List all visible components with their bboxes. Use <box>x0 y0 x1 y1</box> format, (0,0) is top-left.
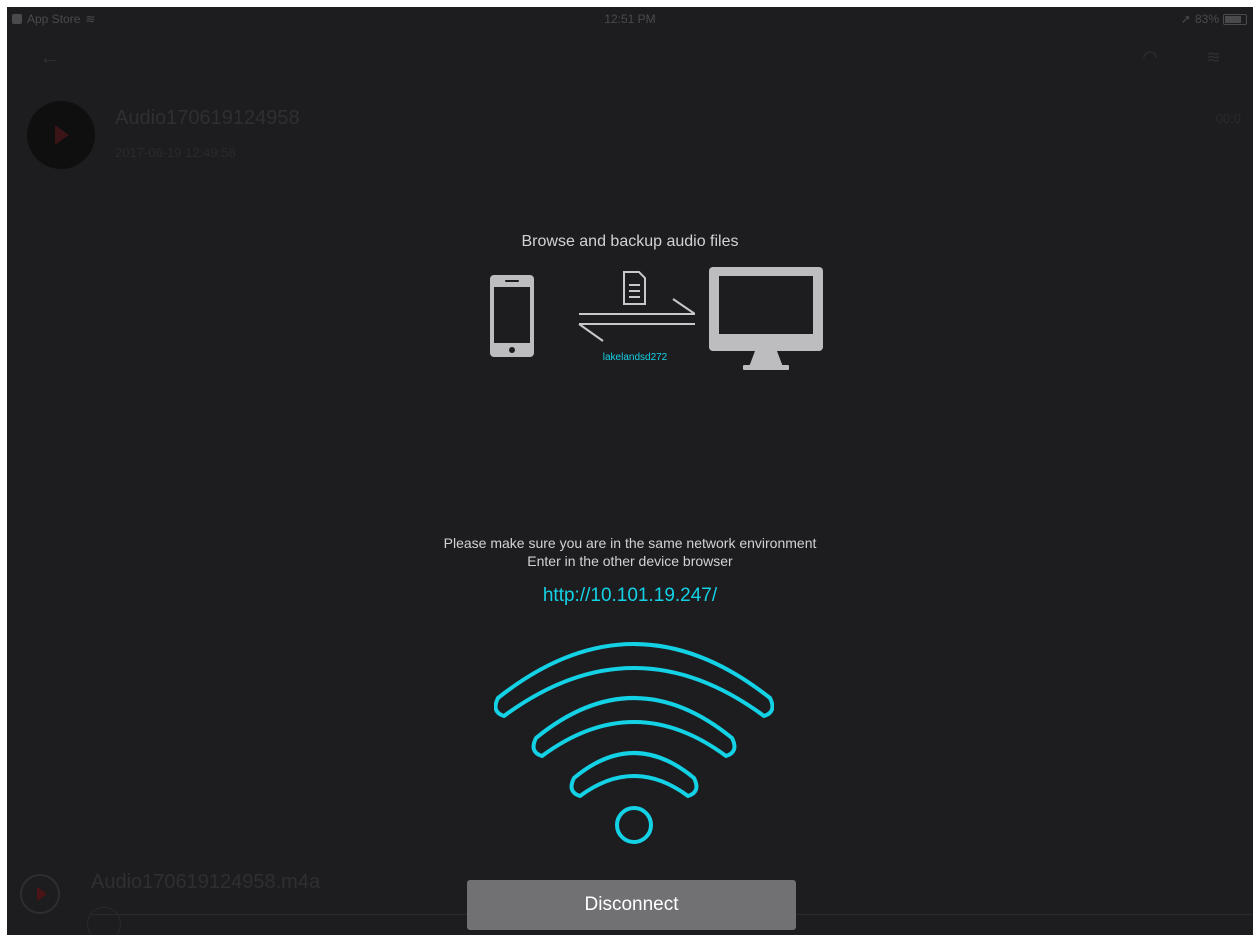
back-icon: ← <box>39 44 61 69</box>
monitor-icon <box>709 267 823 370</box>
wifi-nav-icon: ≋ <box>1205 47 1221 67</box>
player-track-name: Audio170619124958.m4a <box>91 871 321 893</box>
status-time: 12:51 PM <box>604 12 656 26</box>
device-name: lakelandsd272 <box>602 352 668 363</box>
play-icon <box>55 125 69 145</box>
recording-title: Audio170619124958 <box>115 107 300 129</box>
recording-duration: 00:0 <box>1215 111 1241 126</box>
disconnect-button[interactable]: Disconnect <box>467 880 796 930</box>
recording-date: 2017-06-19 12:49:58 <box>115 145 236 160</box>
wifi-icon <box>494 642 774 844</box>
instruction-browser: Enter in the other device browser <box>527 553 733 569</box>
player-progress-knob <box>87 907 121 935</box>
screen: App Store ≋ 12:51 PM ➚ 83% ← ◠ ≋ Audio17… <box>7 7 1253 935</box>
headphones-icon: ◠ <box>1142 47 1158 67</box>
instruction-network: Please make sure you are in the same net… <box>443 535 817 551</box>
status-bar-right: ➚ 83% <box>1181 12 1247 26</box>
phone-icon <box>490 275 534 357</box>
transfer-headline: Browse and backup audio files <box>521 233 739 250</box>
location-icon: ➚ <box>1180 12 1191 26</box>
battery-percent: 83% <box>1194 12 1219 26</box>
server-url[interactable]: http://10.101.19.247/ <box>7 585 1253 607</box>
document-icon <box>623 271 646 305</box>
battery-icon <box>1223 13 1247 25</box>
transfer-arrows-icon <box>578 271 695 342</box>
player-play-icon <box>37 887 47 901</box>
status-bar: App Store ≋ 12:51 PM ➚ 83% <box>7 7 1253 31</box>
